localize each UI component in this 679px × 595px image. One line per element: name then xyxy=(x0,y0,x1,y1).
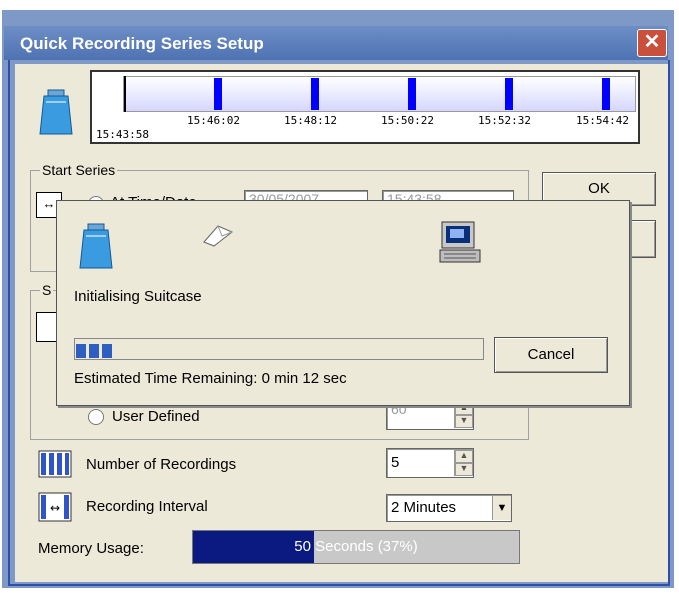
close-icon[interactable]: ✕ xyxy=(637,29,667,57)
window-title: Quick Recording Series Setup xyxy=(20,34,264,53)
window-border xyxy=(8,60,670,586)
